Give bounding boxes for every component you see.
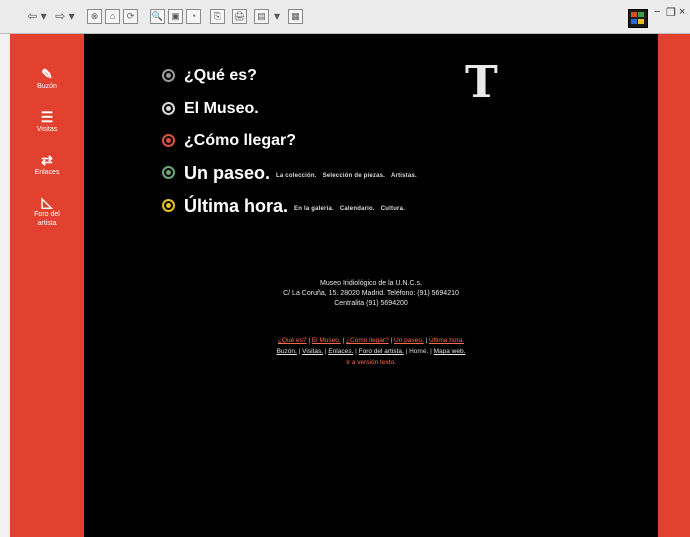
submenu-link[interactable]: La colección. <box>276 173 317 179</box>
footer-link[interactable]: Visitas. <box>302 348 323 355</box>
bullet-icon <box>162 102 175 115</box>
favorites-icon[interactable]: ▣ <box>168 9 183 24</box>
menu-title[interactable]: Un paseo. La colección. Selección de pieza… <box>184 163 417 186</box>
menu-title-text[interactable]: Última hora. <box>184 196 288 216</box>
address-line: Museo Iridiológico de la U.N.C.s. <box>320 280 422 287</box>
museum-logo: T <box>465 57 498 108</box>
menu-title[interactable]: Última hora. En la galería. Calendario. Cul… <box>184 196 405 219</box>
footer-link[interactable]: ¿Cómo llegar? <box>346 337 389 344</box>
footer-nav-row: Buzón. | Visitas. | Enlaces. | Foro del … <box>276 348 466 355</box>
pen-icon: ✎ <box>41 66 53 82</box>
submenu-link[interactable]: En la galería. <box>294 206 334 212</box>
search-icon[interactable]: 🔍 <box>150 9 165 24</box>
bullet-icon <box>162 199 175 212</box>
footer-link[interactable]: Foro del artista. <box>359 348 404 355</box>
footer-link[interactable]: Un paseo. <box>394 337 424 344</box>
arrows-icon: ⇄ <box>41 152 53 168</box>
menu-title[interactable]: ¿Qué es? <box>184 66 257 86</box>
chevron-down-icon[interactable]: ▾ <box>272 9 282 24</box>
left-sidebar: ✎ Buzón ☰ Visitas ⇄ Enlaces ◺ Foro del a… <box>10 34 84 537</box>
back-button[interactable]: ⇦ ▾ <box>26 9 48 24</box>
mail-icon[interactable]: ⎘ <box>210 9 225 24</box>
edit-icon[interactable]: ▤ <box>254 9 269 24</box>
sidebar-item-buzon[interactable]: ✎ Buzón <box>10 66 84 91</box>
footer-link[interactable]: Última hora. <box>429 337 464 344</box>
sidebar-item-enlaces[interactable]: ⇄ Enlaces <box>10 152 84 177</box>
window-edge <box>0 34 10 537</box>
footer-link[interactable]: Mapa web. <box>434 348 466 355</box>
submenu-link[interactable]: Calendario. <box>340 206 375 212</box>
bullet-icon <box>162 134 175 147</box>
menu-title-text[interactable]: Un paseo. <box>184 163 270 183</box>
history-icon[interactable]: ◔ <box>186 9 201 24</box>
footer-nav-row: Ir a versión texto. <box>84 358 658 367</box>
sidebar-item-foro[interactable]: ◺ Foro del artista <box>10 194 84 228</box>
home-icon[interactable]: ⌂ <box>105 9 120 24</box>
footer-link[interactable]: Buzón. <box>277 348 297 355</box>
sidebar-item-label: Visitas <box>36 126 58 133</box>
footer-link[interactable]: El Museo. <box>312 337 341 344</box>
triangle-pen-icon: ◺ <box>41 194 53 210</box>
browser-toolbar: ⇦ ▾ ⇨ ▾ ⊗ ⌂ ⟳ 🔍 ▣ ◔ ⎘ 🖨 ▤ ▾ ▦ − ❐ × <box>0 0 690 34</box>
footer-current: Home. <box>409 348 429 355</box>
footer-link[interactable]: Enlaces. <box>328 348 353 355</box>
stop-icon[interactable]: ⊗ <box>87 9 102 24</box>
submenu-link[interactable]: Selección de piezas. <box>323 173 385 179</box>
bullet-icon <box>162 69 175 82</box>
footer-nav-row: ¿Qué es? | El Museo. | ¿Cómo llegar? | U… <box>277 337 465 344</box>
right-sidebar <box>658 34 690 537</box>
minimize-icon[interactable]: − <box>654 6 660 18</box>
restore-icon[interactable]: ❐ <box>666 6 676 19</box>
footer-link[interactable]: ¿Qué es? <box>278 337 307 344</box>
sidebar-item-label: Foro del artista <box>34 211 60 227</box>
refresh-icon[interactable]: ⟳ <box>123 9 138 24</box>
menu-title[interactable]: El Museo. <box>184 99 259 119</box>
bullet-icon <box>162 166 175 179</box>
submenu-link[interactable]: Artistas. <box>391 173 417 179</box>
sidebar-item-visitas[interactable]: ☰ Visitas <box>10 109 84 134</box>
windows-logo-icon <box>628 9 648 28</box>
book-icon: ☰ <box>40 109 54 125</box>
sidebar-item-label: Buzón <box>37 83 57 90</box>
forward-button[interactable]: ⇨ ▾ <box>54 9 76 24</box>
menu-title[interactable]: ¿Cómo llegar? <box>184 131 296 151</box>
text-version-link[interactable]: Ir a versión texto. <box>346 359 396 366</box>
address-line: Centralita (91) 5694200 <box>334 300 408 307</box>
sidebar-item-label: Enlaces <box>34 169 60 176</box>
submenu-link[interactable]: Cultura. <box>381 206 405 212</box>
close-icon[interactable]: × <box>679 6 685 18</box>
address-line: C/ La Coruña, 15. 28020 Madrid. Teléfono… <box>283 290 459 297</box>
discuss-icon[interactable]: ▦ <box>288 9 303 24</box>
print-icon[interactable]: 🖨 <box>232 9 247 24</box>
